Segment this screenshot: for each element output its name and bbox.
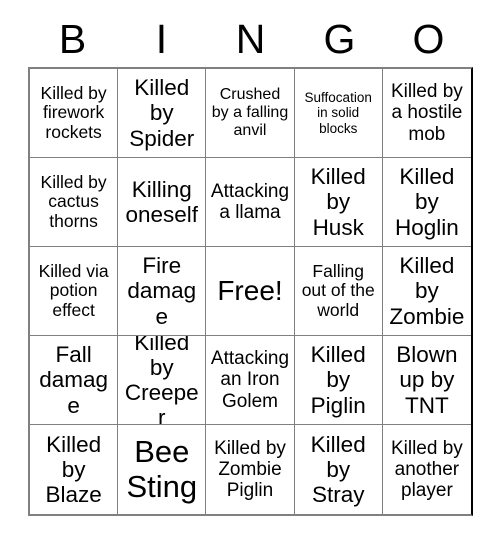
bingo-cell-label: Killed by Zombie Piglin [214, 437, 286, 502]
bingo-cell[interactable]: Killed by Zombie [382, 247, 471, 336]
bingo-cell-label: Killed by Stray [310, 431, 366, 508]
bingo-cell-label: Killed by another player [390, 437, 463, 502]
bingo-cell[interactable]: Killed by Husk [294, 158, 383, 247]
bingo-cell[interactable]: Attacking an Iron Golem [206, 336, 295, 425]
header-letter-n: N [235, 16, 266, 62]
bingo-cell[interactable]: Killed by Hoglin [382, 158, 471, 247]
header-letter-o: O [412, 16, 445, 62]
bingo-cell-label: Attacking an Iron Golem [210, 348, 290, 412]
bingo-cell-label: Suffocation in solid blocks [304, 90, 372, 136]
bingo-cell[interactable]: Killed via potion effect [30, 247, 119, 336]
bingo-cell-label: Blown up by TNT [396, 342, 458, 418]
bingo-cell[interactable]: Falling out of the world [294, 247, 383, 336]
bingo-cell-label: Killed by cactus thorns [40, 171, 107, 231]
bingo-cell[interactable]: Killed by cactus thorns [30, 158, 119, 247]
bingo-header-row: B I N G O [28, 12, 473, 67]
bingo-cell[interactable]: Killed by Stray [294, 425, 383, 514]
bingo-cell-label: Killed by Zombie [389, 253, 465, 329]
header-letter-i: I [155, 16, 168, 62]
bingo-cell[interactable]: Killing oneself [118, 158, 207, 247]
bingo-cell-label: Killed via potion effect [38, 260, 109, 320]
header-letter-b: B [58, 16, 87, 62]
bingo-cell-label: Killed by Blaze [45, 431, 102, 508]
bingo-cell-label: Killing oneself [125, 176, 199, 227]
bingo-cell-label: Free! [217, 275, 283, 307]
bingo-cell-label: Attacking a llama [210, 180, 290, 223]
bingo-cell[interactable]: Killed by Zombie Piglin [206, 425, 295, 514]
bingo-card: B I N G O Killed by firework rockets Kil… [0, 0, 500, 544]
bingo-cell-free[interactable]: Free! [206, 247, 295, 336]
header-letter-g: G [323, 16, 356, 62]
bingo-cell-label: Crushed by a falling anvil [211, 86, 289, 139]
bingo-cell[interactable]: Fire damage [118, 247, 207, 336]
bingo-cell[interactable]: Attacking a llama [206, 158, 295, 247]
bingo-cell-label: Killed by firework rockets [40, 82, 107, 142]
bingo-cell-label: Fire damage [127, 253, 197, 329]
bingo-cell-label: Killed by a hostile mob [390, 81, 463, 145]
bingo-cell[interactable]: Blown up by TNT [382, 336, 471, 425]
bingo-cell[interactable]: Killed by Creeper [118, 336, 207, 425]
bingo-cell[interactable]: Crushed by a falling anvil [206, 69, 295, 158]
bingo-cell-label: Killed by Spider [129, 75, 195, 151]
bingo-cell[interactable]: Bee Sting [118, 425, 207, 514]
bingo-cell[interactable]: Killed by Piglin [294, 336, 383, 425]
bingo-cell-label: Falling out of the world [301, 260, 375, 320]
bingo-cell-label: Bee Sting [126, 433, 198, 504]
bingo-cell[interactable]: Suffocation in solid blocks [294, 69, 383, 158]
bingo-cell-label: Killed by Piglin [310, 342, 366, 418]
bingo-cell-label: Fall damage [39, 342, 108, 418]
bingo-cell[interactable]: Killed by Spider [118, 69, 207, 158]
bingo-grid: Killed by firework rockets Killed by Spi… [28, 67, 473, 516]
bingo-cell[interactable]: Fall damage [30, 336, 119, 425]
bingo-cell[interactable]: Killed by a hostile mob [382, 69, 471, 158]
bingo-cell-label: Killed by Creeper [124, 336, 199, 425]
bingo-cell[interactable]: Killed by another player [382, 425, 471, 514]
bingo-cell[interactable]: Killed by firework rockets [30, 69, 119, 158]
bingo-cell-label: Killed by Husk [310, 164, 366, 240]
bingo-cell-label: Killed by Hoglin [394, 164, 459, 240]
bingo-cell[interactable]: Killed by Blaze [30, 425, 119, 514]
